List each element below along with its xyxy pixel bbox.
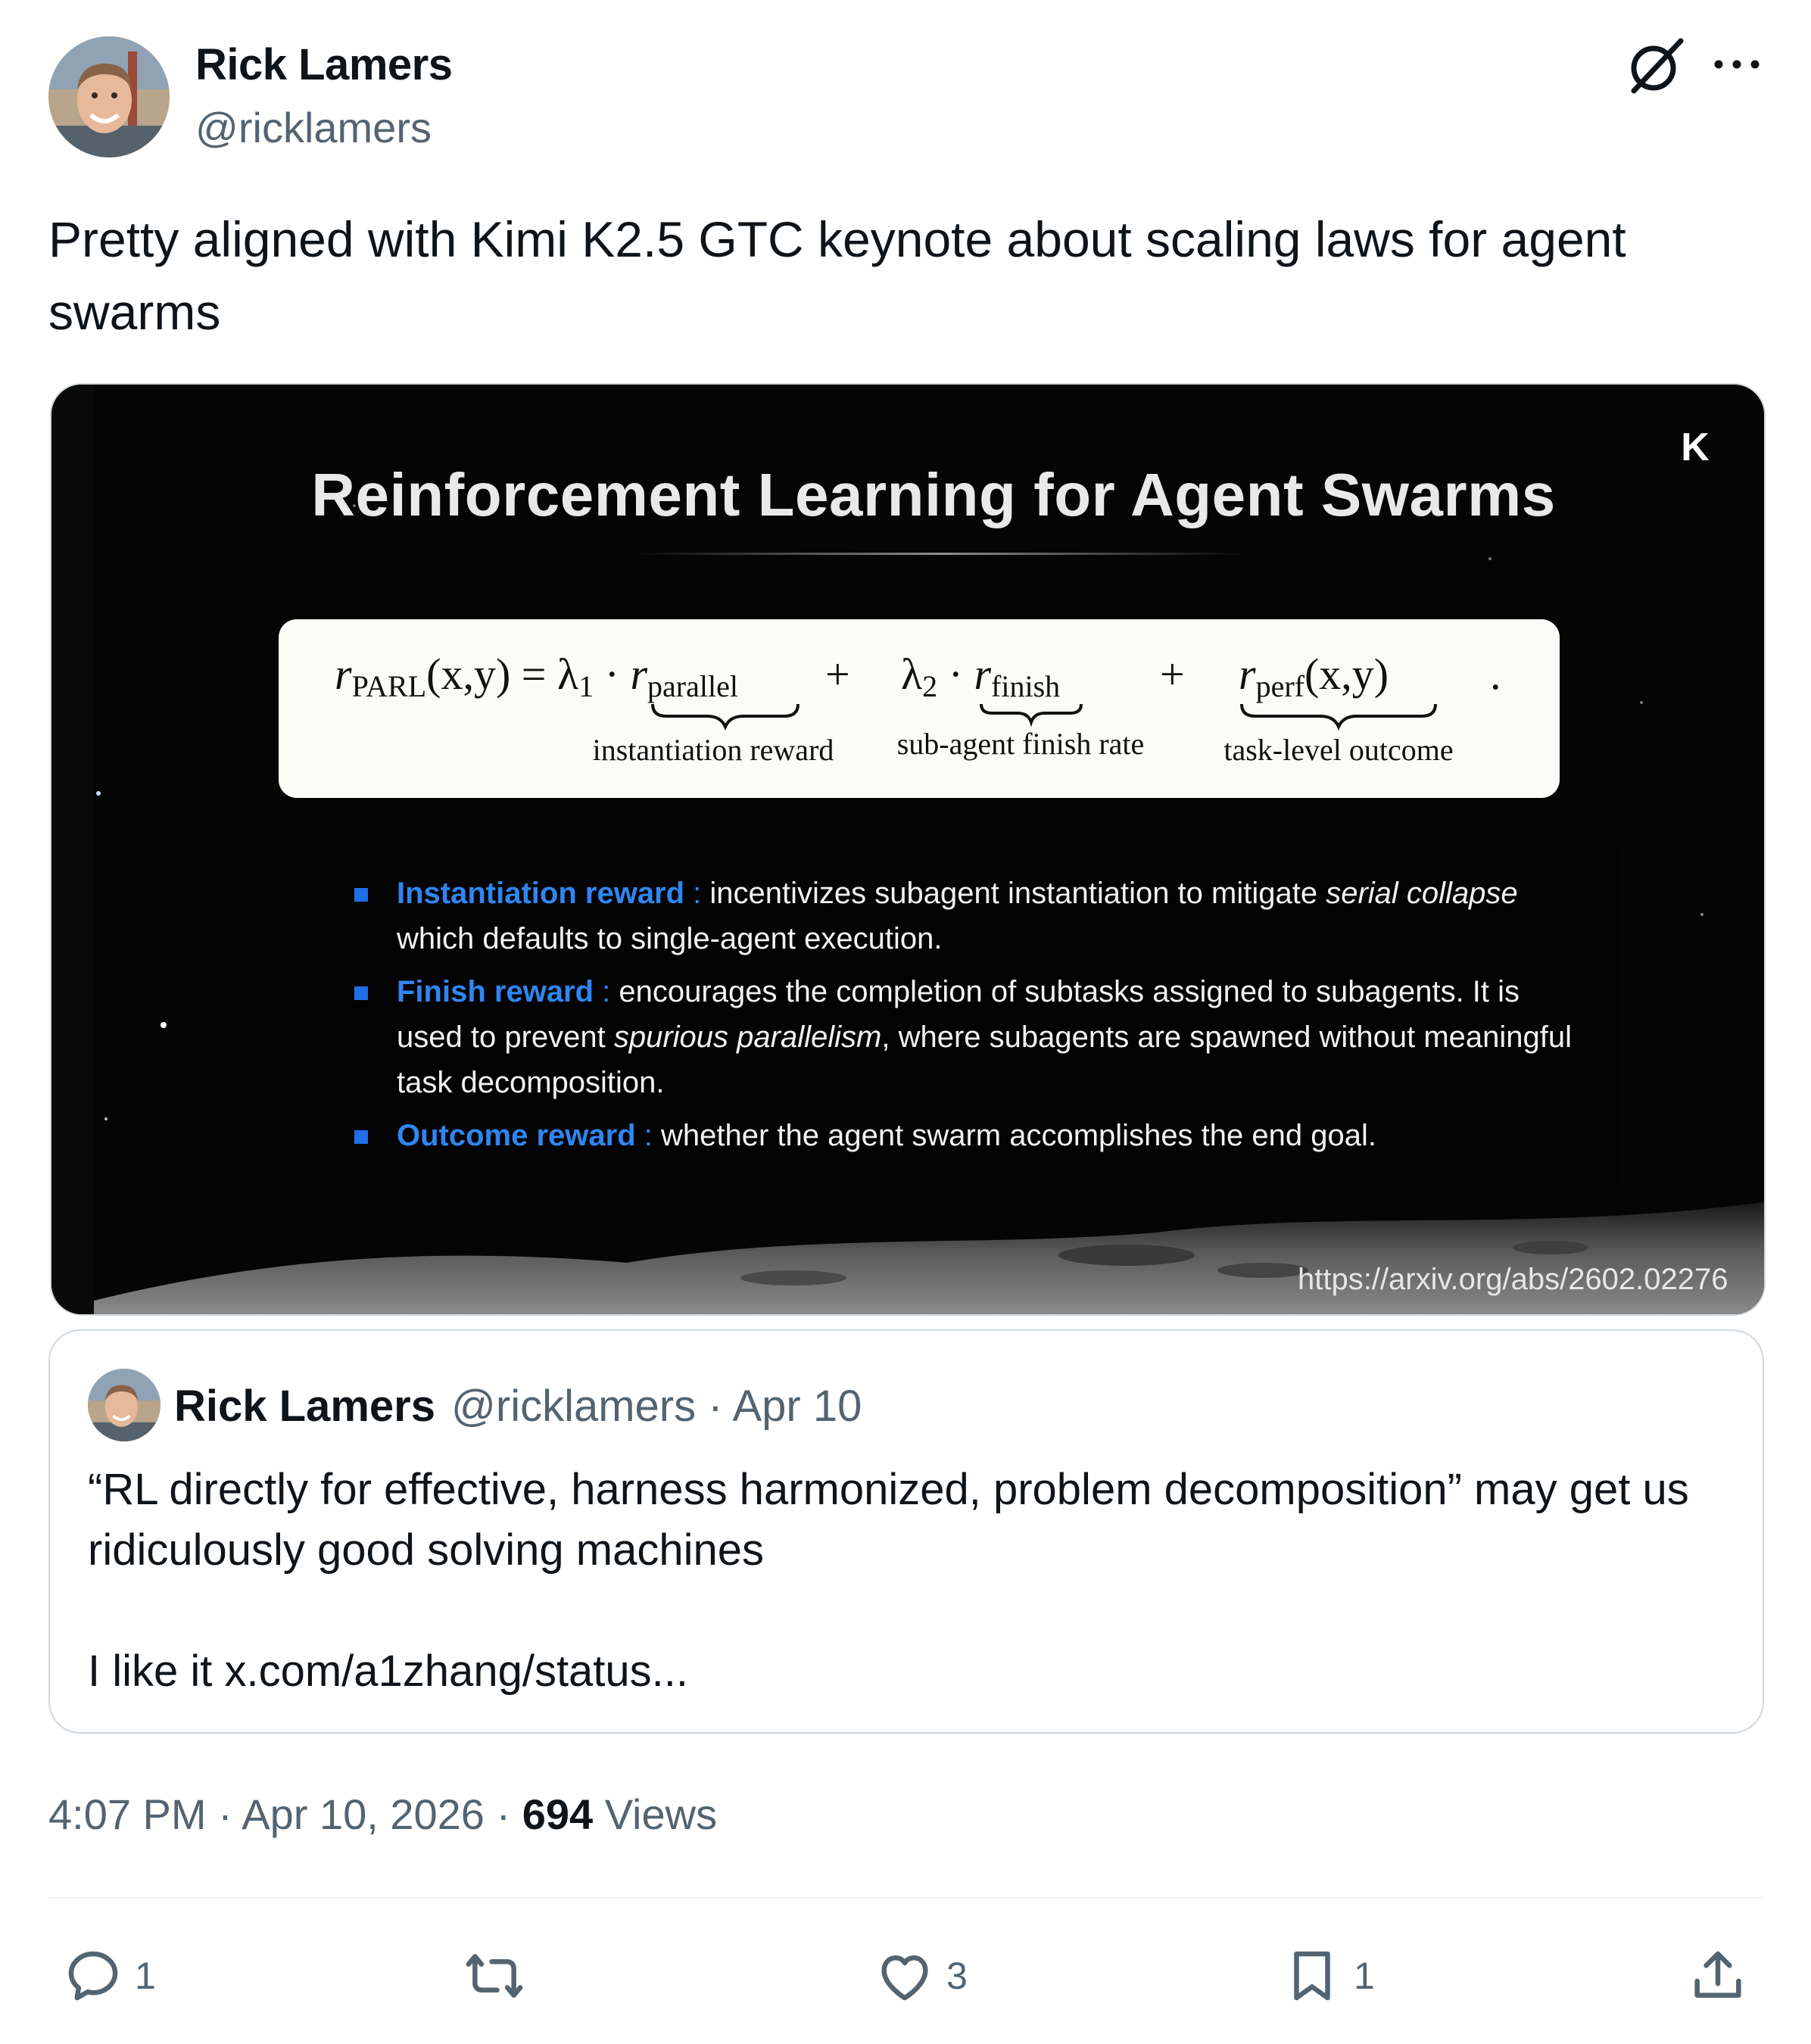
bullet-term: Outcome reward (397, 1119, 636, 1152)
bullet-outcome: Outcome reward : whether the agent swarm… (354, 1113, 1593, 1158)
author-avatar[interactable] (48, 36, 170, 157)
bullet-emphasis: serial collapse (1326, 877, 1518, 910)
kimi-logo: K (1661, 418, 1729, 486)
formula-term3: r (1239, 650, 1256, 699)
bookmark-button[interactable]: 1 (1281, 1946, 1375, 2006)
bookmark-count: 1 (1354, 1955, 1375, 1997)
formula-term3-sub: perf (1256, 669, 1305, 703)
formula-term1-sub: parallel (647, 669, 738, 703)
svg-text:+: + (825, 650, 850, 699)
svg-text:.: . (1490, 650, 1501, 699)
quoted-handle[interactable]: @ricklamers (451, 1382, 696, 1431)
bullet-emphasis: spurious parallelism (613, 1020, 882, 1054)
bullet-text: whether the agent swarm accomplishes the… (661, 1119, 1376, 1152)
more-icon[interactable] (1713, 53, 1761, 76)
reply-button[interactable]: 1 (62, 1946, 156, 2006)
kimi-logo-text: K (1681, 425, 1710, 469)
formula-lhs-sub: PARL (352, 669, 427, 703)
share-icon (1694, 1951, 1741, 1998)
bullet-term: Finish reward (397, 975, 594, 1008)
quoted-avatar[interactable] (88, 1369, 161, 1441)
tweet-text: Pretty aligned with Kimi K2.5 GTC keynot… (48, 211, 1626, 340)
repost-button[interactable] (463, 1946, 536, 2006)
reply-icon (68, 1951, 118, 2001)
bullet-finish: Finish reward : encourages the completio… (354, 969, 1593, 1105)
bullet-text: incentivizes subagent instantiation to m… (709, 877, 1326, 910)
brace-label-2: sub-agent finish rate (897, 727, 1145, 761)
svg-text:+: + (1160, 650, 1185, 699)
author-name[interactable]: Rick Lamers (195, 39, 453, 90)
divider (48, 1897, 1763, 1899)
svg-text:λ2 · rfinish: λ2 · rfinish (901, 650, 1060, 703)
quoted-tweet[interactable]: Rick Lamers @ricklamers · Apr 10 “RL dir… (48, 1329, 1764, 1734)
like-icon (881, 1955, 928, 2001)
bullet-instantiation: Instantiation reward : incentivizes suba… (354, 871, 1593, 961)
formula-box: rPARL(x,y) = λ1 · rparallel + λ2 · rfini… (279, 619, 1560, 798)
bullet-marker (354, 1130, 368, 1144)
title-underline (634, 553, 1248, 555)
formula: rPARL(x,y) = λ1 · rparallel + λ2 · rfini… (335, 650, 1501, 767)
quoted-text: “RL directly for effective, harness harm… (88, 1460, 1738, 1702)
author-handle[interactable]: @ricklamers (195, 103, 432, 152)
bullet-text-end: which defaults to single-agent execution… (397, 922, 943, 955)
tweet-media[interactable]: Reinforcement Learning for Agent Swarms … (50, 383, 1766, 1316)
formula-lambda1-sub: 1 (578, 669, 594, 703)
like-count: 3 (946, 1955, 968, 1997)
bullet-marker (354, 888, 368, 902)
svg-text:rperf(x,y): rperf(x,y) (1239, 650, 1389, 703)
bullet-term: Instantiation reward (397, 877, 685, 910)
quoted-author-name[interactable]: Rick Lamers (174, 1381, 435, 1432)
bullet-marker (354, 986, 368, 1000)
quoted-text-line-2: I like it x.com/a1zhang/status... (88, 1647, 689, 1696)
brace-3 (1240, 703, 1437, 731)
quoted-date[interactable]: Apr 10 (732, 1382, 862, 1431)
formula-term2-sub: finish (991, 669, 1060, 703)
reply-count: 1 (135, 1955, 156, 1997)
quoted-meta: @ricklamers · Apr 10 (451, 1382, 862, 1431)
svg-text:rPARL(x,y) = λ1 · rparallel: rPARL(x,y) = λ1 · rparallel (335, 650, 738, 703)
formula-term3-args: (x,y) (1304, 650, 1389, 699)
formula-args: (x,y) = λ (426, 650, 578, 699)
brace-label-1: instantiation reward (593, 733, 834, 767)
bookmark-icon (1294, 1951, 1330, 2001)
formula-lambda2: λ (901, 650, 922, 699)
brace-label-3: task-level outcome (1223, 733, 1453, 767)
quoted-text-line-1: “RL directly for effective, harness harm… (88, 1465, 1689, 1575)
slide-url: https://arxiv.org/abs/2602.02276 (1298, 1263, 1728, 1296)
bullets-panel: Instantiation reward : incentivizes suba… (279, 849, 1619, 1186)
slide-title: Reinforcement Learning for Agent Swarms (311, 461, 1556, 528)
like-button[interactable]: 3 (874, 1946, 968, 2006)
views-label: Views (604, 1790, 718, 1838)
grok-icon[interactable] (1623, 35, 1687, 98)
share-button[interactable] (1687, 1946, 1749, 2006)
tweet-time[interactable]: 4:07 PM (48, 1790, 207, 1838)
views-count: 694 (522, 1790, 594, 1838)
tweet-timestamp: 4:07 PM · Apr 10, 2026 · 694 Views (48, 1790, 718, 1838)
tweet-date[interactable]: Apr 10, 2026 (242, 1790, 485, 1838)
repost-icon (466, 1954, 523, 1998)
formula-term1: r (630, 650, 647, 699)
brace-1 (651, 703, 800, 731)
formula-lhs: r (335, 650, 352, 699)
brace-2 (980, 703, 1083, 728)
formula-term2: r (974, 650, 991, 699)
formula-lambda2-sub: 2 (922, 669, 937, 703)
